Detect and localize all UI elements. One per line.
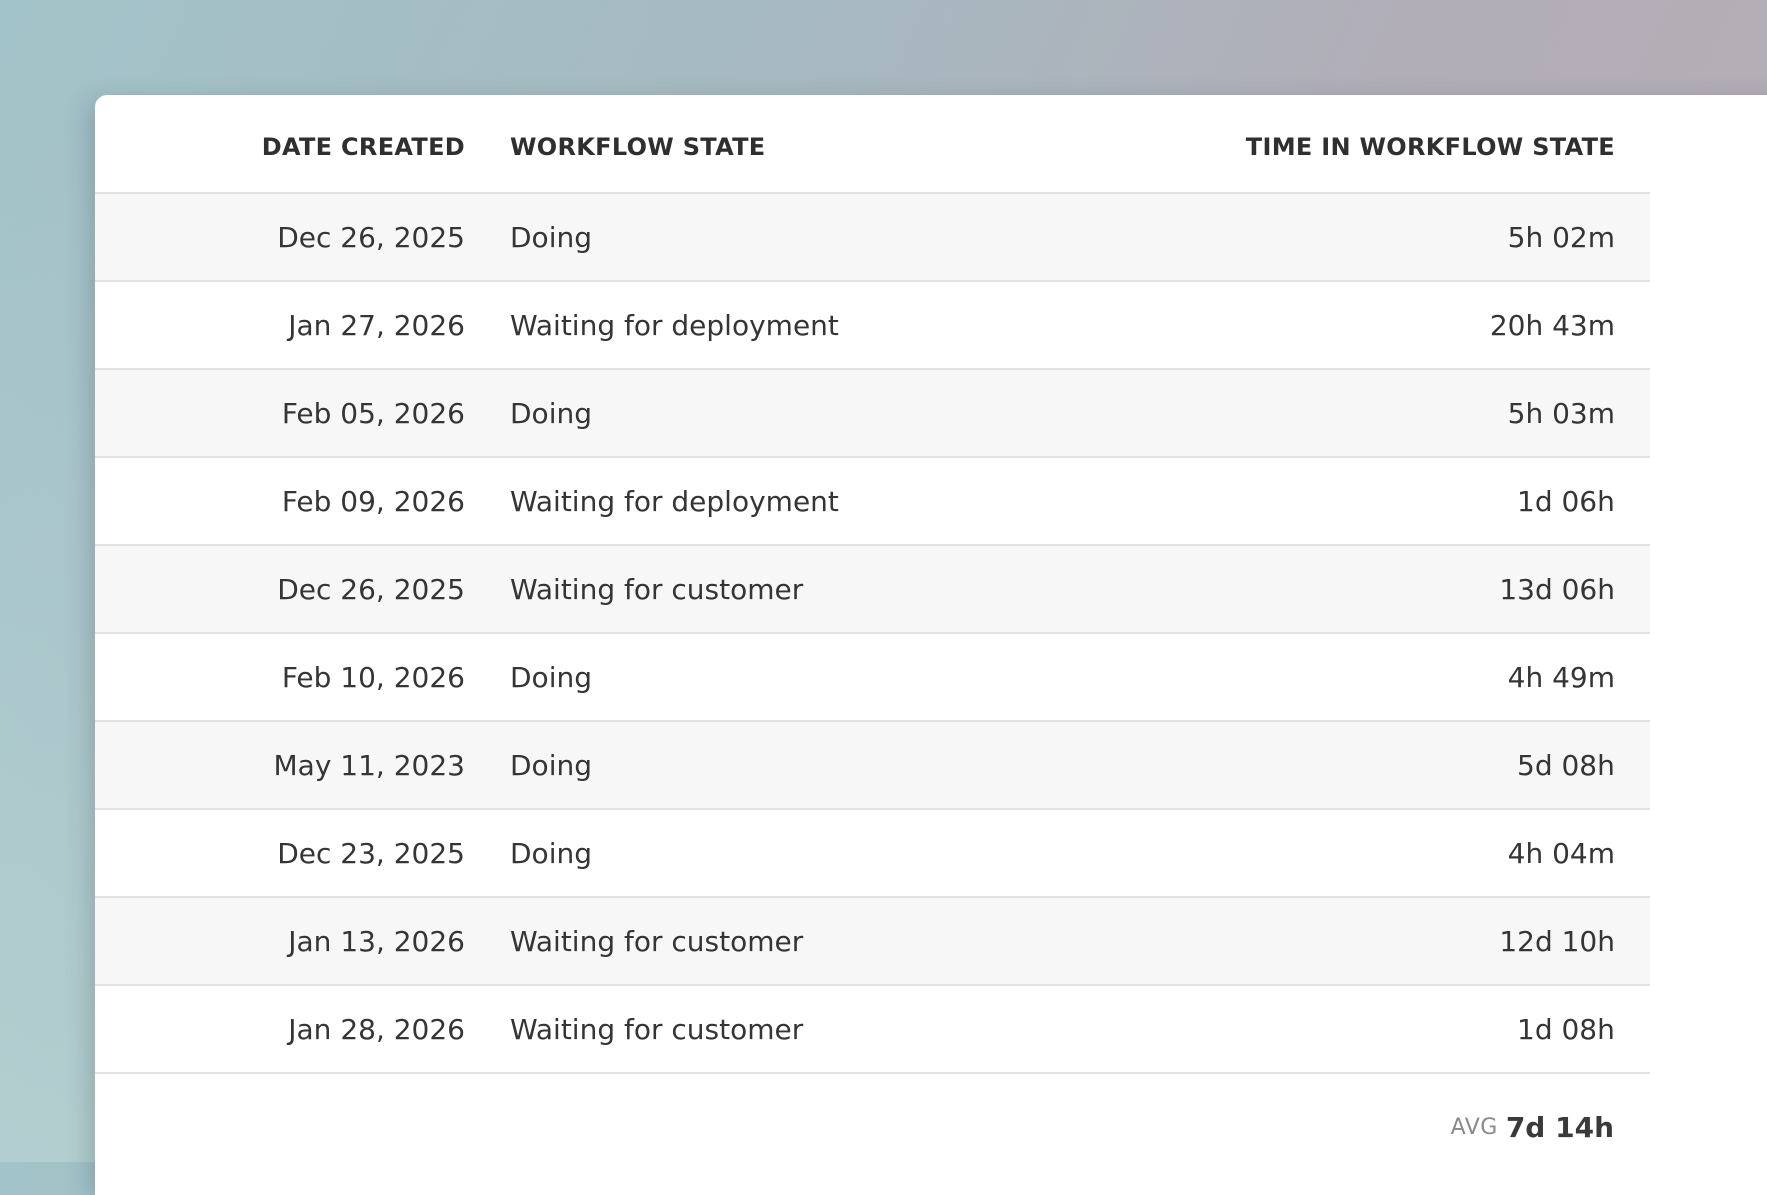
date-created-cell: Feb 05, 2026 (281, 396, 465, 430)
time-value: 5h 02m (1507, 220, 1615, 254)
time-in-state-cell: 4h 49m (1015, 634, 1615, 720)
column-header-time-in-state[interactable]: TIME IN WORKFLOW STATE (1015, 95, 1615, 192)
time-value: 4h 04m (1507, 836, 1615, 870)
table-row[interactable]: Feb 05, 2026 Doing 5h 03m (95, 370, 1650, 458)
date-created-cell: Dec 23, 2025 (277, 836, 465, 870)
time-in-state-cell: 5h 03m (1015, 370, 1615, 456)
date-created-cell: Jan 27, 2026 (288, 308, 465, 342)
time-in-state-cell: 1d 08h (1015, 986, 1615, 1072)
column-header-workflow-state[interactable]: WORKFLOW STATE (510, 95, 766, 192)
date-created-cell: May 11, 2023 (273, 748, 465, 782)
average-summary: AVG 7d 14h (1451, 1097, 1614, 1157)
table-footer: AVG 7d 14h (95, 1097, 1650, 1157)
date-created-cell: Feb 09, 2026 (281, 484, 465, 518)
table-row[interactable]: Jan 28, 2026 Waiting for customer 1d 08h (95, 986, 1650, 1074)
date-created-cell: Jan 28, 2026 (288, 1012, 465, 1046)
table-row[interactable]: Feb 10, 2026 Doing 4h 49m (95, 634, 1650, 722)
time-value: 1d 08h (1517, 1012, 1615, 1046)
date-created-cell: Dec 26, 2025 (277, 220, 465, 254)
table-row[interactable]: Dec 26, 2025 Doing 5h 02m (95, 194, 1650, 282)
date-created-cell: Dec 26, 2025 (277, 572, 465, 606)
workflow-state-cell: Doing (510, 220, 592, 254)
table-row[interactable]: Jan 13, 2026 Waiting for customer 12d 10… (95, 898, 1650, 986)
time-in-state-cell: 20h 43m (1015, 282, 1615, 368)
avg-value: 7d 14h (1505, 1110, 1614, 1144)
time-in-state-cell: 5h 02m (1015, 194, 1615, 280)
time-value: 20h 43m (1489, 308, 1615, 342)
date-created-cell: Feb 10, 2026 (281, 660, 465, 694)
workflow-state-cell: Doing (510, 660, 592, 694)
time-value: 1d 06h (1517, 484, 1615, 518)
time-in-state-cell: 13d 06h (1015, 546, 1615, 632)
time-value: 5d 08h (1517, 748, 1615, 782)
column-header-date-created[interactable]: DATE CREATED (95, 95, 465, 192)
table-row[interactable]: Jan 27, 2026 Waiting for deployment 20h … (95, 282, 1650, 370)
workflow-state-cell: Doing (510, 836, 592, 870)
workflow-state-cell: Doing (510, 396, 592, 430)
time-in-state-cell: 12d 10h (1015, 898, 1615, 984)
workflow-state-cell: Doing (510, 748, 592, 782)
table-row[interactable]: Feb 09, 2026 Waiting for deployment 1d 0… (95, 458, 1650, 546)
table-header-row: DATE CREATED WORKFLOW STATE TIME IN WORK… (95, 95, 1650, 194)
table-panel: DATE CREATED WORKFLOW STATE TIME IN WORK… (95, 95, 1767, 1195)
avg-label: AVG (1450, 1114, 1498, 1140)
time-value: 12d 10h (1499, 924, 1615, 958)
time-in-state-cell: 1d 06h (1015, 458, 1615, 544)
time-value: 5h 03m (1507, 396, 1615, 430)
time-in-state-cell: 5d 08h (1015, 722, 1615, 808)
workflow-table: DATE CREATED WORKFLOW STATE TIME IN WORK… (95, 95, 1650, 1074)
workflow-state-cell: Waiting for deployment (510, 308, 839, 342)
workflow-state-cell: Waiting for customer (510, 572, 804, 606)
date-created-cell: Jan 13, 2026 (288, 924, 465, 958)
workflow-state-cell: Waiting for customer (510, 1012, 804, 1046)
time-in-state-cell: 4h 04m (1015, 810, 1615, 896)
workflow-state-cell: Waiting for customer (510, 924, 804, 958)
workflow-state-cell: Waiting for deployment (510, 484, 839, 518)
table-row[interactable]: May 11, 2023 Doing 5d 08h (95, 722, 1650, 810)
table-row[interactable]: Dec 26, 2025 Waiting for customer 13d 06… (95, 546, 1650, 634)
time-value: 13d 06h (1499, 572, 1615, 606)
time-value: 4h 49m (1507, 660, 1615, 694)
table-row[interactable]: Dec 23, 2025 Doing 4h 04m (95, 810, 1650, 898)
